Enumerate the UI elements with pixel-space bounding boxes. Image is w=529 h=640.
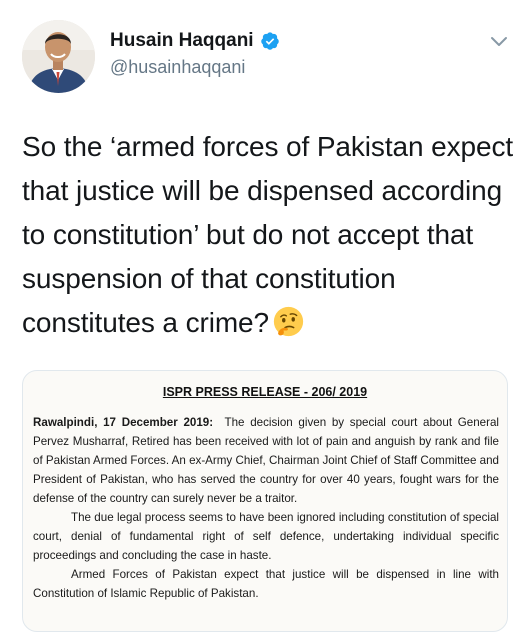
- press-release-paragraph-2: The due legal process seems to have been…: [33, 511, 499, 562]
- verified-badge-icon: [260, 31, 280, 51]
- thinking-face-icon: [273, 306, 304, 337]
- author-handle[interactable]: @husainhaqqani: [110, 57, 245, 78]
- press-release-paragraph-1-text: The decision given by special court abou…: [33, 416, 499, 505]
- tweet-text: So the ‘armed forces of Pakistan expect …: [22, 125, 517, 345]
- avatar-photo: [22, 20, 95, 93]
- press-release-paragraph-3: Armed Forces of Pakistan expect that jus…: [33, 568, 499, 600]
- chevron-down-icon[interactable]: [486, 32, 512, 52]
- tweet-text-content: So the ‘armed forces of Pakistan expect …: [22, 131, 514, 338]
- press-release-body: Rawalpindi, 17 December 2019: The decisi…: [33, 413, 499, 603]
- press-release-image[interactable]: ISPR PRESS RELEASE - 206/ 2019 Rawalpind…: [22, 370, 508, 632]
- press-release-title: ISPR PRESS RELEASE - 206/ 2019: [162, 385, 368, 399]
- avatar[interactable]: [22, 20, 95, 93]
- press-release-dateline: Rawalpindi, 17 December 2019:: [33, 416, 214, 429]
- author-name-row: Husain Haqqani: [110, 28, 280, 54]
- tweet-header: Husain Haqqani @husainhaqqani: [22, 20, 512, 93]
- author-display-name[interactable]: Husain Haqqani: [110, 30, 254, 52]
- press-release-paragraph-1: Rawalpindi, 17 December 2019: The decisi…: [33, 413, 499, 508]
